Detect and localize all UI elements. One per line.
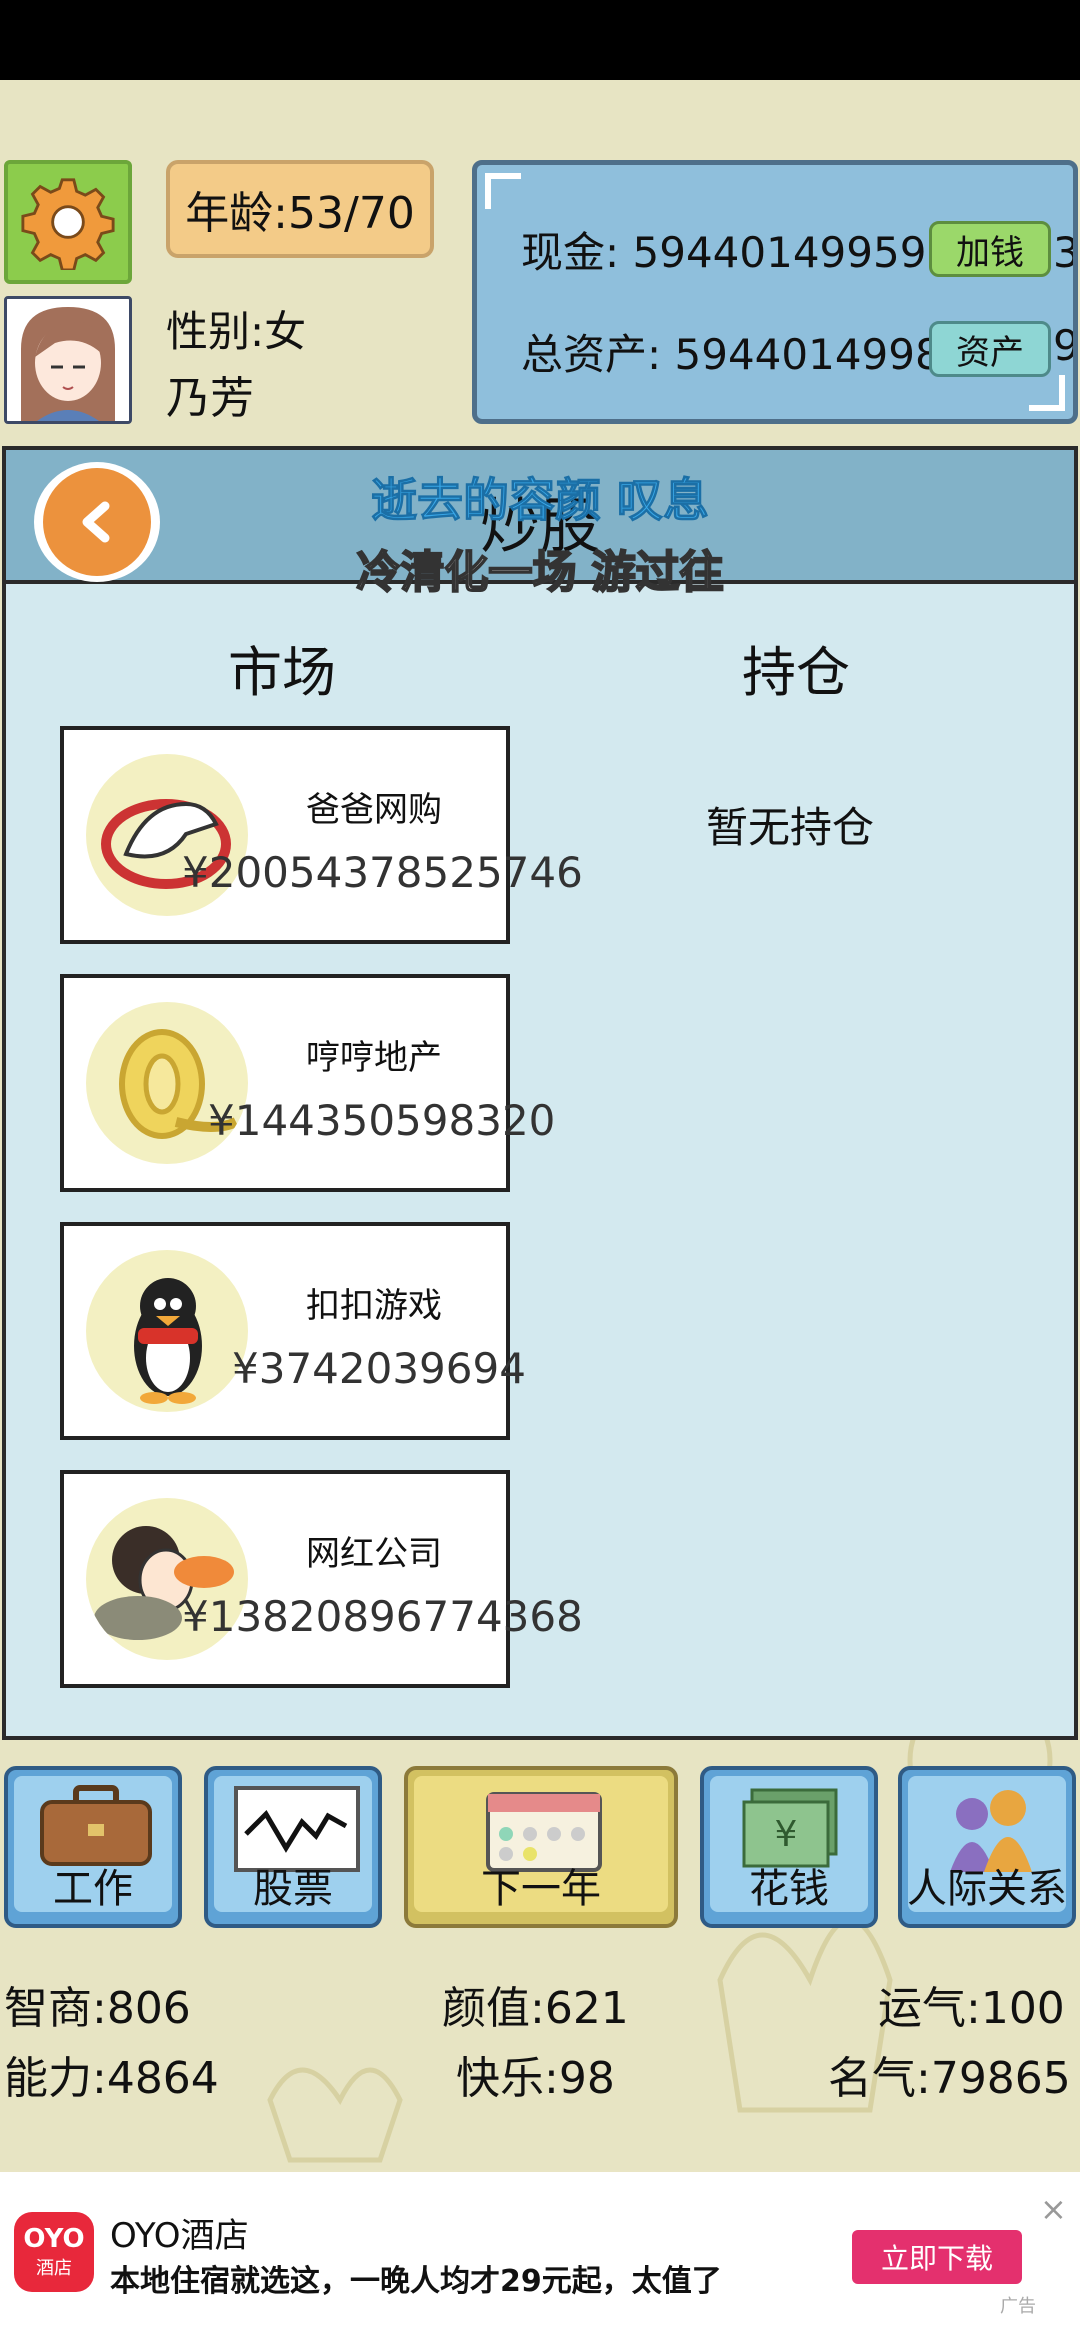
oyo-logo-text: OYO <box>23 2224 85 2254</box>
add-money-button[interactable]: 加钱 <box>929 221 1051 277</box>
stock-panel: 炒股 逝去的容颜 叹息 冷清化一场 游过往 市场 持仓 爸爸网购 ¥200543… <box>2 446 1078 1740</box>
player-name: 乃芳 <box>166 373 254 424</box>
back-button-face <box>43 468 151 576</box>
stocks-label: 股票 <box>253 1866 333 1912</box>
next-year-label: 下一年 <box>481 1866 601 1912</box>
stock-name: 扣扣游戏 <box>306 1286 442 1326</box>
lyric-line-2: 冷清化一场 游过往 <box>355 546 724 599</box>
stock-price: ¥144350598320 <box>208 1096 556 1145</box>
stock-card[interactable]: 网红公司 ¥13820896774368 <box>60 1470 583 1688</box>
stat-happiness: 快乐:98 <box>456 2053 615 2104</box>
gender-label: 性别:女 <box>166 307 307 356</box>
back-button[interactable] <box>34 462 160 582</box>
stat-fame: 名气:79865 <box>828 2053 1071 2104</box>
stock-price: ¥13820896774368 <box>182 1592 583 1641</box>
work-label: 工作 <box>53 1866 133 1912</box>
spend-money-label: 花钱 <box>749 1866 829 1912</box>
girl-portrait-icon <box>7 299 129 421</box>
market-header: 市场 <box>228 641 336 704</box>
stat-luck: 运气:100 <box>878 1983 1065 2034</box>
ad-title: OYO酒店 <box>110 2216 249 2256</box>
relationships-button[interactable]: 人际关系 <box>898 1766 1076 1928</box>
ad-banner[interactable]: OYO 酒店 OYO酒店 本地住宿就选这，一晚人均才29元起，太值了 立即下载 … <box>0 2172 1080 2340</box>
svg-text:¥: ¥ <box>775 1814 798 1855</box>
stock-card[interactable]: 爸爸网购 ¥20054378525746 <box>60 726 583 944</box>
avatar[interactable] <box>4 296 132 424</box>
ad-description: 本地住宿就选这，一晚人均才29元起，太值了 <box>110 2264 722 2299</box>
stock-panel-header: 炒股 逝去的容颜 叹息 冷清化一场 游过往 <box>6 450 1074 599</box>
ad-tag: 广告 <box>1000 2296 1036 2317</box>
cash-suffix: 3亿 <box>1053 228 1078 277</box>
spend-money-button[interactable]: ¥ 花钱 <box>700 1766 878 1928</box>
stat-iq: 智商:806 <box>4 1983 191 2034</box>
stock-name: 哼哼地产 <box>306 1038 442 1078</box>
holdings-header: 持仓 <box>742 641 850 704</box>
next-year-button[interactable]: 下一年 <box>404 1766 678 1928</box>
lyric-line-1: 逝去的容颜 叹息 <box>370 473 709 528</box>
frame-corner <box>1029 375 1065 411</box>
stock-name: 爸爸网购 <box>306 790 442 830</box>
stocks-button[interactable]: 股票 <box>204 1766 382 1928</box>
relationships-label: 人际关系 <box>907 1866 1067 1912</box>
total-assets-suffix: 94 <box>1053 321 1078 370</box>
work-button[interactable]: 工作 <box>4 1766 182 1928</box>
stock-name: 网红公司 <box>306 1534 442 1574</box>
frame-corner <box>485 173 521 209</box>
total-assets-label: 总资产: 5944014998 <box>521 330 942 379</box>
oyo-logo-subtext: 酒店 <box>36 2258 72 2279</box>
assets-button[interactable]: 资产 <box>929 321 1051 377</box>
penguin-logo-icon <box>86 1250 248 1412</box>
close-icon[interactable]: × <box>1040 2190 1067 2228</box>
status-bar <box>0 0 1080 80</box>
age-display: 年龄:53/70 <box>166 160 434 258</box>
download-button[interactable]: 立即下载 <box>852 2230 1022 2284</box>
stock-card[interactable]: 哼哼地产 ¥144350598320 <box>60 974 555 1192</box>
no-holdings-text: 暂无持仓 <box>706 803 875 852</box>
stock-card[interactable]: 扣扣游戏 ¥3742039694 <box>60 1222 526 1440</box>
stock-price: ¥20054378525746 <box>182 848 583 897</box>
stat-looks: 颜值:621 <box>442 1983 629 2034</box>
settings-button[interactable] <box>4 160 132 284</box>
chevron-left-icon <box>82 501 110 543</box>
stat-ability: 能力:4864 <box>4 2053 219 2104</box>
stock-price: ¥3742039694 <box>232 1344 526 1393</box>
cash-label: 现金: 594401499592 <box>521 228 954 277</box>
money-panel: 现金: 594401499592 3亿 加钱 总资产: 5944014998 9… <box>472 160 1078 424</box>
gear-icon <box>21 178 115 270</box>
oyo-logo: OYO 酒店 <box>14 2212 94 2292</box>
